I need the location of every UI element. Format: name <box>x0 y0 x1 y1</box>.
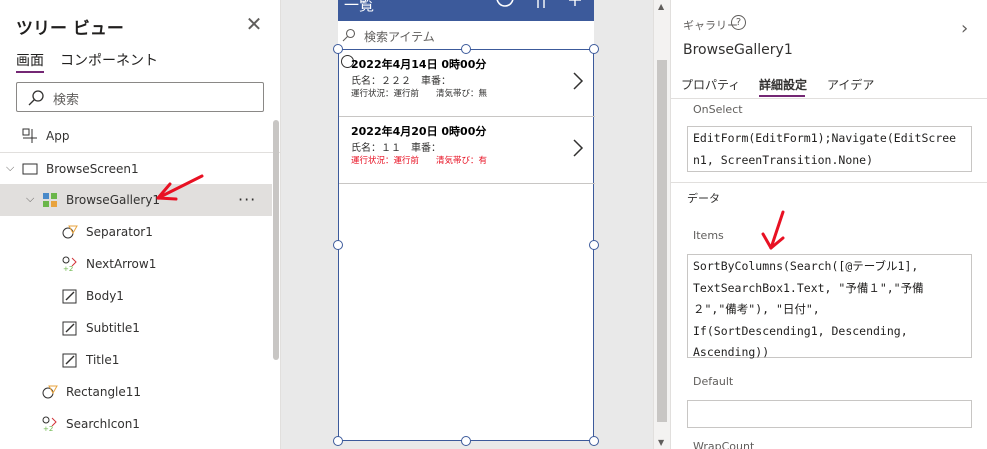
tree-item-label: Separator1 <box>86 225 153 239</box>
icon-control-icon: +2 <box>42 416 57 432</box>
svg-text:+2: +2 <box>63 265 73 272</box>
tab-screens[interactable]: 画面 <box>16 50 44 70</box>
resize-handle[interactable] <box>589 240 599 250</box>
tree-item-label: Body1 <box>86 289 124 303</box>
resize-handle[interactable] <box>461 436 471 446</box>
control-name[interactable]: BrowseGallery1 <box>683 42 793 58</box>
items-formula-input[interactable]: SortByColumns(Search([@テーブル1], TextSearc… <box>687 254 972 359</box>
resize-handle[interactable] <box>461 44 471 54</box>
gallery-item[interactable]: 2022年4月14日 0時00分 氏名：２２２ 車番： 運行状況：運行前 清気帯… <box>339 50 595 117</box>
app-icon <box>22 128 37 143</box>
tree-item-separator1[interactable]: Separator1 <box>0 216 272 248</box>
section-divider <box>671 182 987 183</box>
add-icon[interactable] <box>568 0 582 14</box>
item-subtitle: 氏名：２２２ 車番： <box>351 76 451 87</box>
default-input[interactable] <box>687 400 972 428</box>
edit-label-icon <box>62 321 77 336</box>
active-tab-indicator <box>759 95 805 97</box>
app-header-bar: 一覧 <box>338 0 594 21</box>
sort-icon[interactable] <box>534 0 548 14</box>
resize-handle[interactable] <box>589 44 599 54</box>
annotation-arrow-icon <box>761 210 785 250</box>
scroll-down-icon[interactable]: ▼ <box>658 438 664 447</box>
tree-item-searchicon1[interactable]: +2 SearchIcon1 <box>0 408 272 440</box>
search-placeholder: 検索 <box>53 93 80 108</box>
onselect-formula-input[interactable]: EditForm(EditForm1);Navigate(EditScree n… <box>687 126 972 172</box>
browse-gallery[interactable]: 2022年4月14日 0時00分 氏名：２２２ 車番： 運行状況：運行前 清気帯… <box>338 49 595 441</box>
power-apps-studio: ツリー ビュー ✕ 画面 コンポーネント 検索 App ⌵ BrowseScre… <box>0 0 987 449</box>
svg-text:+2: +2 <box>43 425 53 432</box>
tree-item-label: BrowseScreen1 <box>46 162 139 176</box>
tree-item-label: App <box>46 129 70 143</box>
tab-ideas[interactable]: アイデア <box>827 76 874 93</box>
tree-scrollbar[interactable] <box>273 120 279 360</box>
control-type-label: ギャラリー <box>683 19 738 32</box>
tree-item-nextarrow1[interactable]: +2 NextArrow1 <box>0 248 272 280</box>
chevron-right-icon[interactable] <box>571 137 585 159</box>
help-icon[interactable]: ? <box>731 15 746 30</box>
next-property-label: WrapCount <box>693 440 755 449</box>
resize-handle[interactable] <box>333 436 343 446</box>
item-title: 2022年4月20日 0時00分 <box>351 125 487 138</box>
gallery-icon <box>43 193 57 207</box>
screen-icon <box>22 163 38 175</box>
more-options-button[interactable]: ··· <box>238 190 256 209</box>
search-icon <box>28 90 44 106</box>
chevron-down-icon[interactable]: ⌵ <box>6 161 18 175</box>
canvas-scrollbar[interactable]: ▲ ▼ <box>653 0 670 449</box>
app-header-title: 一覧 <box>344 0 375 14</box>
active-tab-indicator <box>16 71 44 73</box>
chevron-down-icon[interactable]: ⌵ <box>26 192 38 206</box>
item-body: 運行状況：運行前 清気帯び：無 <box>351 89 488 99</box>
search-placeholder: 検索アイテム <box>364 30 435 44</box>
chevron-right-icon[interactable]: › <box>961 18 968 39</box>
item-subtitle: 氏名：１１ 車番： <box>351 143 441 154</box>
shape-icon <box>42 385 58 399</box>
close-icon[interactable]: ✕ <box>244 14 264 34</box>
tree-item-label: SearchIcon1 <box>66 417 140 431</box>
properties-panel: ギャラリー ? BrowseGallery1 › プロパティ 詳細設定 アイデア… <box>670 0 987 449</box>
tree-item-label: Subtitle1 <box>86 321 140 335</box>
refresh-icon[interactable] <box>495 0 515 12</box>
tree-item-browsescreen1[interactable]: ⌵ BrowseScreen1 <box>0 153 272 185</box>
search-icon <box>342 28 356 42</box>
tabs-divider <box>671 98 987 99</box>
app-screen-preview[interactable]: 一覧 検索アイテム 2022年4月14日 0時00分 氏名：２２２ 車番： 運行… <box>333 0 599 446</box>
edit-label-icon <box>62 353 77 368</box>
tab-components[interactable]: コンポーネント <box>60 50 158 70</box>
tree-item-label: BrowseGallery1 <box>66 193 161 207</box>
arrow-icon: +2 <box>62 256 77 272</box>
item-body: 運行状況：運行前 清気帯び：有 <box>351 156 488 166</box>
tree-view-title: ツリー ビュー <box>16 19 124 39</box>
tree-item-label: NextArrow1 <box>86 257 157 271</box>
resize-handle[interactable] <box>333 44 343 54</box>
resize-handle[interactable] <box>589 436 599 446</box>
tree-item-app[interactable]: App <box>0 120 272 152</box>
tree-view-panel: ツリー ビュー ✕ 画面 コンポーネント 検索 App ⌵ BrowseScre… <box>0 0 281 449</box>
onselect-label: OnSelect <box>693 103 743 116</box>
resize-handle[interactable] <box>333 240 343 250</box>
tree-item-label: Title1 <box>86 353 120 367</box>
scroll-thumb[interactable] <box>657 60 667 422</box>
tree-item-subtitle1[interactable]: Subtitle1 <box>0 312 272 344</box>
tree-search-input[interactable]: 検索 <box>16 82 264 112</box>
gallery-item[interactable]: 2022年4月20日 0時00分 氏名：１１ 車番： 運行状況：運行前 清気帯び… <box>339 117 595 184</box>
data-section-heading: データ <box>687 192 720 205</box>
tab-advanced[interactable]: 詳細設定 <box>759 76 807 93</box>
tree-item-body1[interactable]: Body1 <box>0 280 272 312</box>
shape-icon <box>62 225 78 239</box>
edit-label-icon <box>62 289 77 304</box>
tree-item-label: Rectangle11 <box>66 385 142 399</box>
tab-properties[interactable]: プロパティ <box>681 76 740 93</box>
scroll-up-icon[interactable]: ▲ <box>658 2 664 11</box>
item-title: 2022年4月14日 0時00分 <box>351 58 487 71</box>
default-label: Default <box>693 375 734 388</box>
tree-item-title1[interactable]: Title1 <box>0 344 272 376</box>
tree-item-browsegallery1[interactable]: ⌵ BrowseGallery1 ··· <box>0 184 272 216</box>
chevron-right-icon[interactable] <box>571 70 585 92</box>
items-label: Items <box>693 229 724 242</box>
tree-item-rectangle11[interactable]: Rectangle11 <box>0 376 272 408</box>
